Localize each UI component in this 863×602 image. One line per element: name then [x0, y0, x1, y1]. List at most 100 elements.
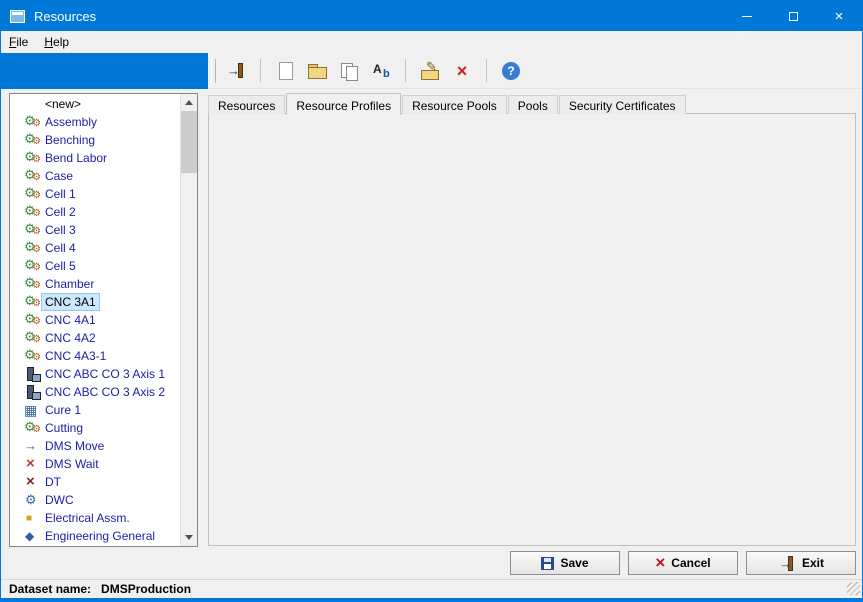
toolbar-separator [405, 59, 406, 82]
electrical-icon [24, 510, 41, 526]
toolbar-separator [260, 59, 261, 82]
tree-item-cell-2[interactable]: Cell 2 [10, 203, 180, 221]
machine-icon [24, 222, 41, 238]
machine-icon [24, 312, 41, 328]
tree-item-dms-wait[interactable]: DMS Wait [10, 455, 180, 473]
machine-icon [24, 204, 41, 220]
scroll-down-button[interactable] [181, 529, 197, 546]
machine-icon [24, 114, 41, 130]
tab-security-certificates[interactable]: Security Certificates [559, 95, 686, 114]
resize-grip[interactable] [847, 582, 860, 595]
exit-toolbar-button[interactable]: → [222, 58, 250, 84]
tree-item-label: DWC [41, 491, 78, 509]
tree-item-label: Assembly [41, 113, 101, 131]
tree-item-label: Chamber [41, 275, 98, 293]
mill-icon [24, 384, 41, 400]
machine-icon [24, 132, 41, 148]
tab-resource-profiles[interactable]: Resource Profiles [286, 93, 401, 115]
tree-item-label: DMS Move [41, 437, 108, 455]
menu-bar: FileHelp [1, 31, 862, 53]
edit-toolbar-button[interactable]: ✎ [416, 58, 444, 84]
save-button[interactable]: Save [510, 551, 620, 575]
tree-item-cure-1[interactable]: Cure 1 [10, 401, 180, 419]
down-arrow-icon [185, 535, 193, 540]
tab-resources[interactable]: Resources [208, 95, 285, 114]
cancel-icon: × [655, 556, 665, 570]
tree-item-label: Benching [41, 131, 99, 149]
tree-item-cnc-3a1[interactable]: CNC 3A1 [10, 293, 180, 311]
tree-item-cnc-4a1[interactable]: CNC 4A1 [10, 311, 180, 329]
menu-help[interactable]: Help [36, 31, 77, 53]
tree-item-label: CNC 4A3-1 [41, 347, 110, 365]
tab-pools[interactable]: Pools [508, 95, 558, 114]
dtx-icon [24, 474, 41, 490]
cancel-button[interactable]: × Cancel [628, 551, 738, 575]
tree-item-label: Cell 2 [41, 203, 80, 221]
tree-item-assembly[interactable]: Assembly [10, 113, 180, 131]
exit-button[interactable]: → Exit [746, 551, 856, 575]
tree-item-label: Cell 5 [41, 257, 80, 275]
tree-item-cnc-abc-co-3-axis-1[interactable]: CNC ABC CO 3 Axis 1 [10, 365, 180, 383]
tree-item-dt[interactable]: DT [10, 473, 180, 491]
tree-item-cnc-4a2[interactable]: CNC 4A2 [10, 329, 180, 347]
window-bottom-border [1, 598, 862, 602]
tree-item-electrical-assm[interactable]: Electrical Assm. [10, 509, 180, 527]
open-toolbar-button[interactable] [303, 58, 331, 84]
up-arrow-icon [185, 100, 193, 105]
tree-item-chamber[interactable]: Chamber [10, 275, 180, 293]
tree-item-new[interactable]: <new> [10, 95, 180, 113]
machine-icon [24, 150, 41, 166]
tree-item-case[interactable]: Case [10, 167, 180, 185]
new-toolbar-button[interactable] [271, 58, 299, 84]
maximize-button[interactable] [770, 1, 816, 31]
save-icon [541, 557, 554, 570]
edit-icon: ✎ [420, 61, 440, 81]
tree-item-cutting[interactable]: Cutting [10, 419, 180, 437]
toolbar-buttons: → Ab ✎ ×? [222, 58, 525, 84]
machine-icon [24, 294, 41, 310]
tree-item-cell-5[interactable]: Cell 5 [10, 257, 180, 275]
tree-item-bend-labor[interactable]: Bend Labor [10, 149, 180, 167]
tree-item-cnc-4a3-1[interactable]: CNC 4A3-1 [10, 347, 180, 365]
tree-item-benching[interactable]: Benching [10, 131, 180, 149]
exit-icon: → [778, 554, 796, 572]
dataset-name-label: Dataset name: [9, 582, 91, 596]
wait-icon [24, 456, 41, 472]
rename-icon: Ab [371, 61, 391, 81]
move-icon [24, 438, 41, 454]
menu-file[interactable]: File [1, 31, 36, 53]
tree-item-label: DMS Wait [41, 455, 103, 473]
delete-icon: × [452, 61, 472, 81]
close-button[interactable]: × [816, 1, 862, 31]
minimize-button[interactable] [724, 1, 770, 31]
delete-toolbar-button[interactable]: × [448, 58, 476, 84]
tab-resource-pools[interactable]: Resource Pools [402, 95, 507, 114]
open-folder-icon [307, 61, 327, 81]
help-toolbar-button[interactable]: ? [497, 58, 525, 84]
tree-item-cell-1[interactable]: Cell 1 [10, 185, 180, 203]
machine-icon [24, 186, 41, 202]
copy-toolbar-button[interactable] [335, 58, 363, 84]
scrollbar-thumb[interactable] [181, 111, 197, 173]
tree-item-cell-4[interactable]: Cell 4 [10, 239, 180, 257]
tree-item-label: Electrical Assm. [41, 509, 134, 527]
tree-item-dms-move[interactable]: DMS Move [10, 437, 180, 455]
toolbar-separator [486, 59, 487, 82]
tree-item-cnc-abc-co-3-axis-2[interactable]: CNC ABC CO 3 Axis 2 [10, 383, 180, 401]
rename-toolbar-button[interactable]: Ab [367, 58, 395, 84]
resource-tree-items: <new>AssemblyBenchingBend LaborCaseCell … [10, 95, 180, 545]
scroll-up-button[interactable] [181, 94, 197, 111]
close-icon: × [835, 8, 844, 25]
tree-item-label: CNC ABC CO 3 Axis 1 [41, 365, 169, 383]
machine-icon [24, 420, 41, 436]
tree-scrollbar[interactable] [180, 94, 197, 546]
new-file-icon [275, 61, 295, 81]
none-icon [24, 96, 41, 112]
tree-item-dwc[interactable]: DWC [10, 491, 180, 509]
tree-item-engineering-general[interactable]: Engineering General [10, 527, 180, 545]
copy-icon [339, 61, 359, 81]
machine-icon [24, 348, 41, 364]
tree-item-label: Cure 1 [41, 401, 85, 419]
tree-item-cell-3[interactable]: Cell 3 [10, 221, 180, 239]
tree-item-label: CNC 3A1 [41, 293, 100, 311]
